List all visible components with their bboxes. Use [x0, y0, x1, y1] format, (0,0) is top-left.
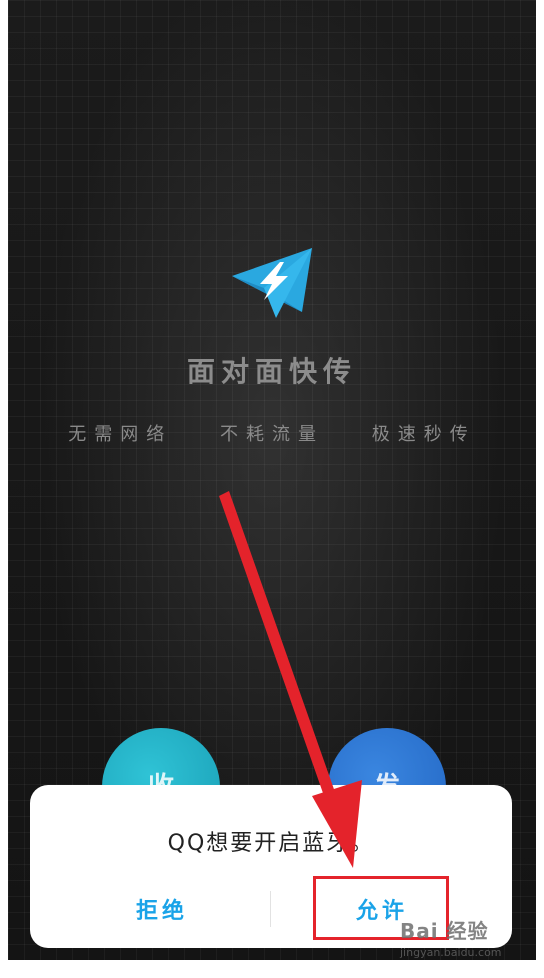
- watermark-url: jingyan.baidu.com: [400, 946, 502, 959]
- screenshot-frame: 面对面快传 无需网络 不耗流量 极速秒传 收 发 QQ想要开启蓝牙。 拒绝 允许…: [0, 0, 544, 978]
- reject-button[interactable]: 拒绝: [136, 893, 188, 925]
- paper-plane-lightning-icon: [232, 248, 312, 318]
- feature-no-data-usage: 不耗流量: [220, 424, 324, 445]
- baidu-jingyan-watermark: Bai 经验 jingyan.baidu.com: [400, 915, 540, 975]
- feature-no-network: 无需网络: [68, 424, 173, 445]
- dialog-message: QQ想要开启蓝牙。: [167, 831, 375, 856]
- feature-fast-transfer: 极速秒传: [371, 424, 476, 445]
- dialog-button-divider: [270, 891, 271, 927]
- feature-tagline: 无需网络 不耗流量 极速秒传: [8, 420, 536, 446]
- app-title: 面对面快传: [186, 355, 357, 388]
- watermark-logo-text: Bai 经验: [400, 919, 489, 943]
